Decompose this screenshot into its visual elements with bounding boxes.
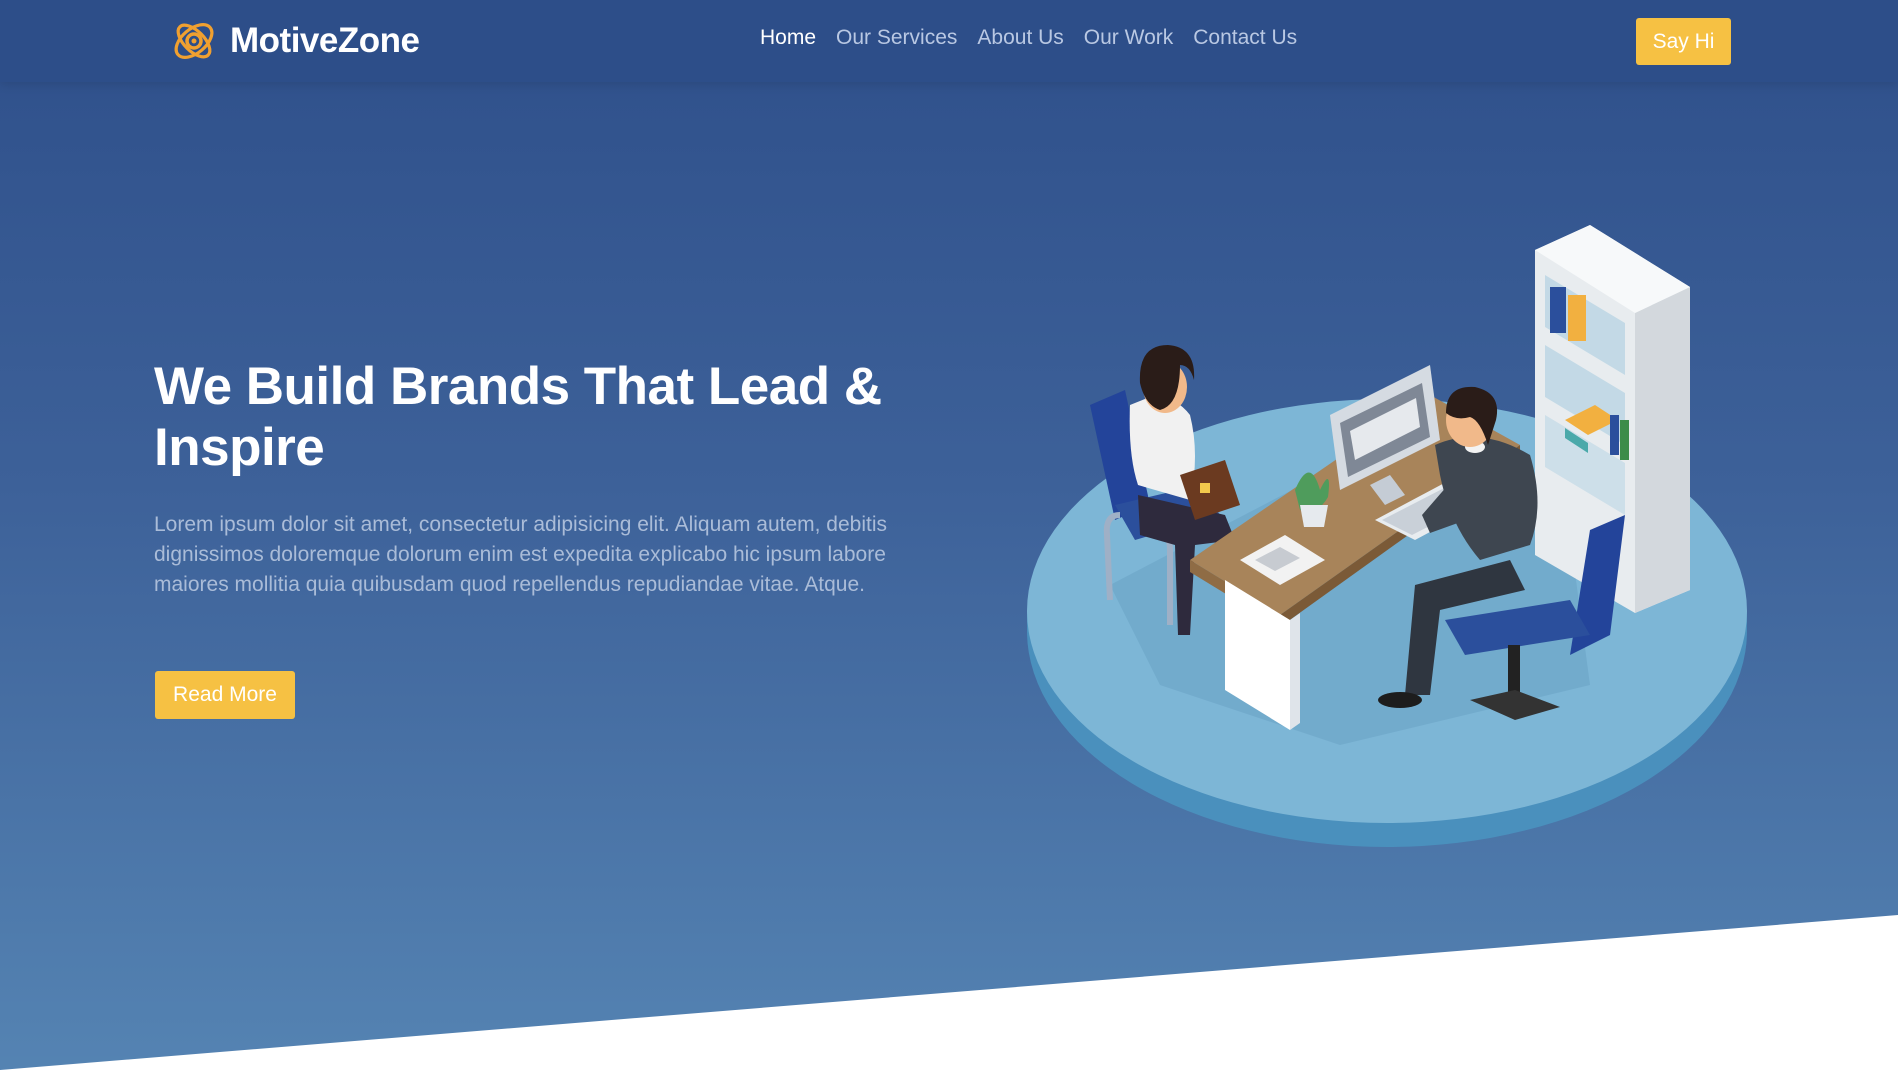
navbar: MotiveZone Home Our Services About Us Ou… [0, 0, 1898, 82]
nav-contact-us[interactable]: Contact Us [1193, 26, 1297, 50]
hero-headline: We Build Brands That Lead & Inspire [154, 357, 882, 477]
nav-our-services[interactable]: Our Services [836, 26, 957, 50]
orbit-logo-icon [174, 23, 214, 59]
nav-home[interactable]: Home [760, 26, 816, 50]
nav-our-work[interactable]: Our Work [1084, 26, 1173, 50]
nav-about-us[interactable]: About Us [977, 26, 1063, 50]
office-meeting-illustration [1027, 225, 1747, 847]
hero-paragraph: Lorem ipsum dolor sit amet, consectetur … [154, 513, 888, 596]
say-hi-button[interactable]: Say Hi [1636, 18, 1731, 65]
brand-logo[interactable]: MotiveZone [168, 14, 420, 68]
brand-name: MotiveZone [230, 21, 420, 60]
read-more-button[interactable]: Read More [155, 671, 295, 719]
main-nav: Home Our Services About Us Our Work Cont… [760, 26, 1317, 50]
